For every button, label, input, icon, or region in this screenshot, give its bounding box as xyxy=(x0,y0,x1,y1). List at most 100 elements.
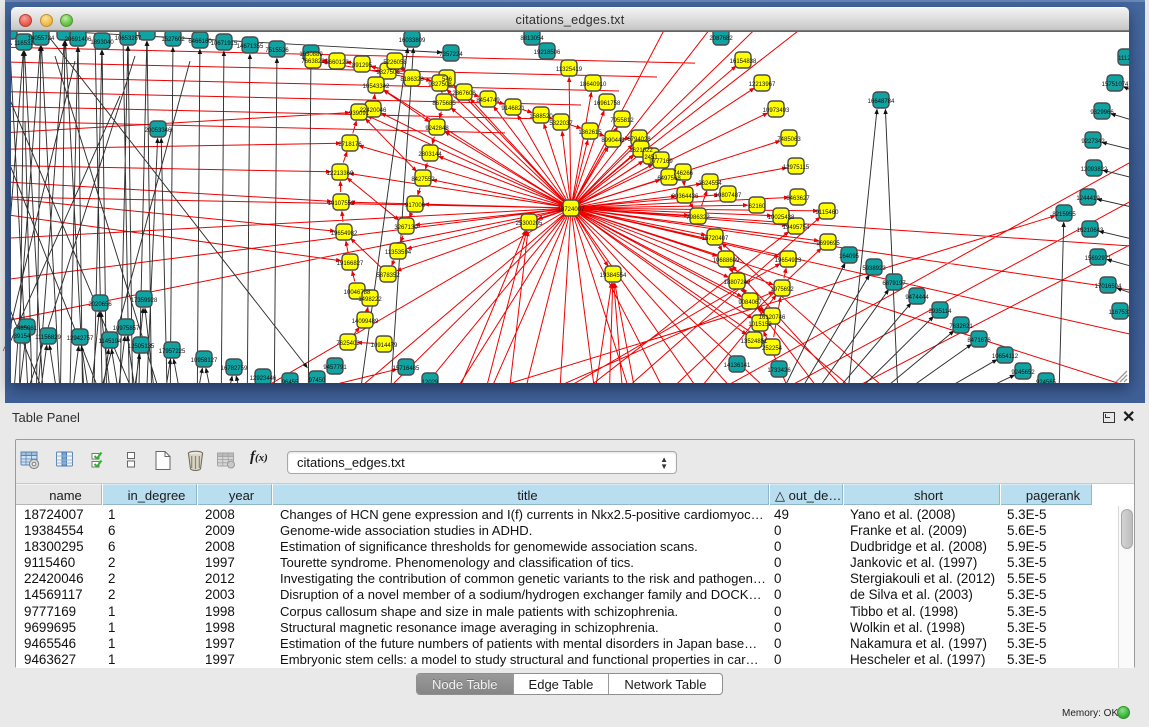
svg-text:14055724: 14055724 xyxy=(28,36,55,42)
svg-text:8215955: 8215955 xyxy=(1052,212,1076,218)
svg-text:15692971: 15692971 xyxy=(1085,256,1112,262)
svg-text:8990448: 8990448 xyxy=(601,138,625,144)
svg-text:164095: 164095 xyxy=(839,254,860,260)
svg-text:5226058: 5226058 xyxy=(383,60,407,66)
svg-text:1527602: 1527602 xyxy=(161,37,185,43)
svg-text:9329966: 9329966 xyxy=(1090,110,1114,116)
svg-text:2020656: 2020656 xyxy=(88,302,112,308)
svg-text:10975857: 10975857 xyxy=(113,326,140,332)
svg-text:7357224: 7357224 xyxy=(439,52,463,58)
svg-text:10046788: 10046788 xyxy=(344,290,371,296)
svg-text:5322037: 5322037 xyxy=(549,121,573,127)
svg-text:9084067: 9084067 xyxy=(738,300,762,306)
svg-text:18640910: 18640910 xyxy=(580,82,607,88)
svg-text:252254: 252254 xyxy=(762,346,783,352)
svg-text:9242848: 9242848 xyxy=(425,126,449,132)
svg-text:9227342: 9227342 xyxy=(1081,139,1105,145)
svg-text:10653267: 10653267 xyxy=(115,36,142,42)
svg-text:8813054: 8813054 xyxy=(520,36,544,42)
svg-text:12213369: 12213369 xyxy=(327,171,354,177)
svg-text:8675685: 8675685 xyxy=(432,101,456,107)
svg-text:97450: 97450 xyxy=(309,378,326,383)
svg-text:25300205: 25300205 xyxy=(516,221,543,227)
svg-text:9463627: 9463627 xyxy=(786,196,810,202)
svg-text:7632621: 7632621 xyxy=(949,324,973,330)
svg-text:16120746: 16120746 xyxy=(759,315,786,321)
svg-text:6794028: 6794028 xyxy=(627,137,651,143)
svg-text:12942757: 12942757 xyxy=(67,336,94,342)
svg-text:939091: 939091 xyxy=(349,111,370,117)
svg-text:14671355: 14671355 xyxy=(237,44,264,50)
svg-text:9457791: 9457791 xyxy=(323,365,347,371)
svg-text:3267130: 3267130 xyxy=(394,225,418,231)
svg-text:10671915: 10671915 xyxy=(211,41,238,47)
svg-text:9777169: 9777169 xyxy=(649,159,673,165)
svg-text:10973493: 10973493 xyxy=(763,108,790,114)
svg-text:8186328: 8186328 xyxy=(400,77,424,83)
svg-text:10688609: 10688609 xyxy=(713,258,740,264)
svg-text:16210643: 16210643 xyxy=(1077,228,1104,234)
svg-text:917006: 917006 xyxy=(405,203,426,209)
svg-text:2803144: 2803144 xyxy=(418,152,442,158)
svg-text:9115460: 9115460 xyxy=(816,210,840,216)
svg-text:1244419: 1244419 xyxy=(1076,196,1100,202)
svg-text:12029: 12029 xyxy=(422,380,439,383)
svg-text:15720407: 15720407 xyxy=(702,236,729,242)
svg-text:19654923: 19654923 xyxy=(775,258,802,264)
svg-text:7955812: 7955812 xyxy=(610,118,634,124)
svg-text:6879197: 6879197 xyxy=(882,281,906,287)
svg-text:7485063: 7485063 xyxy=(777,137,801,143)
svg-text:19495754: 19495754 xyxy=(783,225,810,231)
svg-text:14136141: 14136141 xyxy=(724,363,751,369)
svg-text:10107552: 10107552 xyxy=(328,201,355,207)
svg-text:10914479: 10914479 xyxy=(371,343,398,349)
svg-text:2718176: 2718176 xyxy=(338,142,362,148)
svg-text:19218506: 19218506 xyxy=(534,50,561,56)
svg-text:3624554: 3624554 xyxy=(698,181,722,187)
svg-text:1893040: 1893040 xyxy=(90,40,114,46)
svg-text:746266: 746266 xyxy=(673,171,694,177)
svg-text:1362615: 1362615 xyxy=(578,130,602,136)
svg-text:19166827: 19166827 xyxy=(337,261,364,267)
svg-text:1588520: 1588520 xyxy=(529,114,553,120)
svg-text:1975692: 1975692 xyxy=(770,287,794,293)
svg-text:15751074: 15751074 xyxy=(1102,82,1129,88)
svg-text:14099489: 14099489 xyxy=(352,319,379,325)
svg-text:1498222: 1498222 xyxy=(358,297,382,303)
svg-text:16033809: 16033809 xyxy=(399,38,426,44)
svg-text:20364436: 20364436 xyxy=(672,194,699,200)
svg-text:20053346: 20053346 xyxy=(145,128,172,134)
svg-text:18807249: 18807249 xyxy=(724,280,751,286)
svg-text:1145194: 1145194 xyxy=(99,339,123,345)
svg-text:9146821: 9146821 xyxy=(501,106,525,112)
svg-text:17016504: 17016504 xyxy=(1095,284,1122,290)
svg-text:8660123: 8660123 xyxy=(325,60,349,66)
svg-text:17359928: 17359928 xyxy=(131,298,158,304)
svg-text:2935114: 2935114 xyxy=(929,309,953,315)
svg-text:11123: 11123 xyxy=(1118,56,1129,62)
svg-text:1621022: 1621022 xyxy=(629,148,653,154)
svg-text:15716485: 15716485 xyxy=(393,366,420,372)
svg-text:17957225: 17957225 xyxy=(159,349,186,355)
svg-text:1015152: 1015152 xyxy=(748,322,772,328)
svg-text:10543342: 10543342 xyxy=(363,84,390,90)
svg-text:10958127: 10958127 xyxy=(191,358,218,364)
svg-text:485061: 485061 xyxy=(17,326,38,332)
svg-text:13524851: 13524851 xyxy=(741,339,768,345)
svg-text:1733426: 1733426 xyxy=(767,368,791,374)
svg-text:16648784: 16648784 xyxy=(868,99,895,105)
svg-text:8471676: 8471676 xyxy=(967,338,991,344)
svg-text:19654982: 19654982 xyxy=(331,231,358,237)
svg-text:7663822: 7663822 xyxy=(301,59,325,65)
svg-text:5938923: 5938923 xyxy=(862,266,886,272)
svg-text:10025438: 10025438 xyxy=(768,215,795,221)
svg-text:39154: 39154 xyxy=(14,334,31,340)
svg-text:12505135: 12505135 xyxy=(128,344,155,350)
svg-text:5878352: 5878352 xyxy=(376,273,400,279)
svg-text:9699695: 9699695 xyxy=(816,241,840,247)
svg-text:18724007: 18724007 xyxy=(558,207,585,213)
svg-text:20691406: 20691406 xyxy=(65,37,92,43)
svg-text:11325419: 11325419 xyxy=(556,67,583,73)
svg-text:11156829: 11156829 xyxy=(35,335,61,341)
svg-text:19384554: 19384554 xyxy=(600,273,627,279)
